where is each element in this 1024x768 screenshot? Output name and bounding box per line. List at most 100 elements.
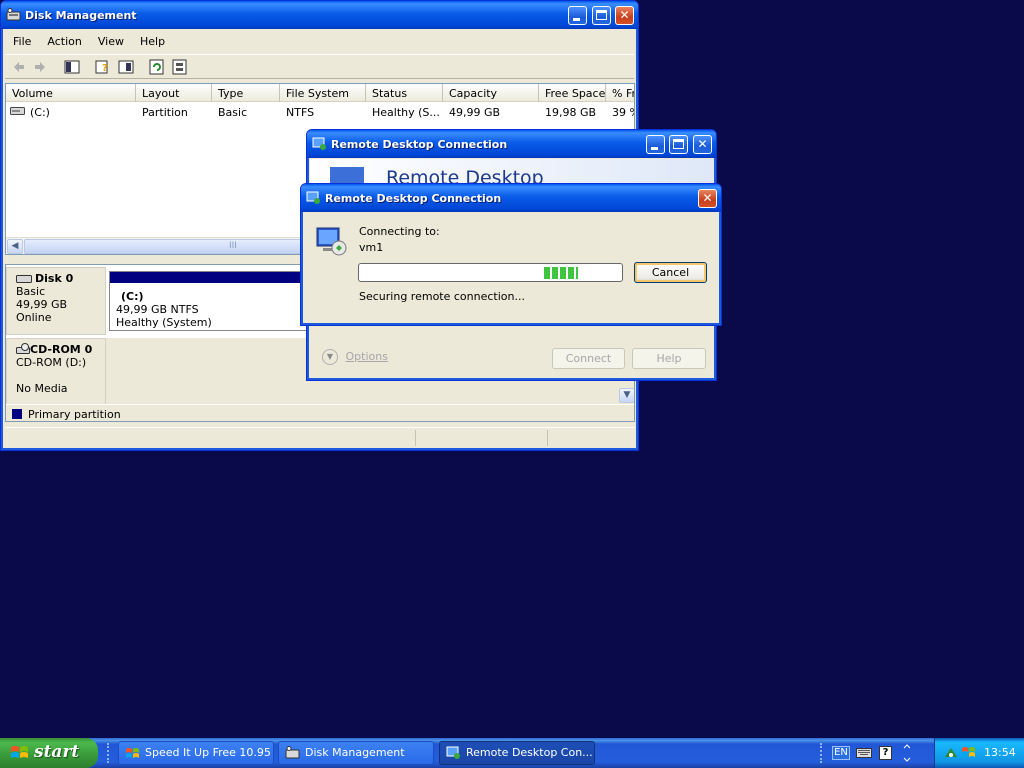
connecting-host: vm1: [359, 241, 384, 254]
windows-update-tray-icon[interactable]: [961, 745, 977, 761]
svg-text:?: ?: [102, 63, 108, 74]
rdp-connecting-dialog: Remote Desktop Connection ✕ Connecting t…: [300, 183, 722, 326]
taskbar: start Speed It Up Free 10.95 Disk Manage…: [0, 738, 1024, 768]
rdp-dialog-title: Remote Desktop Connection: [325, 192, 502, 205]
keyboard-icon[interactable]: [856, 747, 872, 759]
rdp-main-maximize-button[interactable]: [669, 135, 688, 154]
col-percent-free[interactable]: % Fr: [606, 84, 634, 102]
cdrom-0-size: [16, 369, 105, 382]
quick-launch-grip: [107, 743, 110, 763]
row-status: Healthy (S...: [372, 106, 440, 119]
rdp-main-title: Remote Desktop Connection: [331, 138, 508, 151]
close-button[interactable]: ✕: [615, 6, 634, 25]
cdrom-0-type: CD-ROM (D:): [16, 356, 87, 369]
minimize-icon: [573, 18, 580, 21]
help-tray-icon[interactable]: ?: [879, 746, 892, 760]
disk-0-info[interactable]: Disk 0 Basic 49,99 GB Online: [6, 267, 106, 335]
help-icon[interactable]: ?: [95, 59, 111, 75]
col-volume[interactable]: Volume: [6, 84, 136, 102]
scroll-down-button[interactable]: ▼: [619, 388, 634, 403]
status-divider-2: [547, 430, 548, 446]
col-layout[interactable]: Layout: [136, 84, 212, 102]
cancel-button[interactable]: Cancel: [634, 262, 707, 283]
network-tray-icon[interactable]: [943, 745, 959, 761]
menu-bar: File Action View Help: [5, 31, 634, 53]
close-icon: ✕: [697, 137, 708, 151]
taskbar-item-label: Remote Desktop Con...: [466, 746, 593, 759]
system-tray: 13:54: [934, 738, 1024, 768]
cdrom-0-info[interactable]: CD-ROM 0 CD-ROM (D:) No Media: [6, 338, 106, 406]
taskbar-item-speed-it-up[interactable]: Speed It Up Free 10.95: [118, 741, 274, 765]
col-type[interactable]: Type: [212, 84, 280, 102]
col-status[interactable]: Status: [366, 84, 443, 102]
menu-file[interactable]: File: [5, 31, 39, 48]
disk-0-type: Basic: [16, 285, 46, 298]
start-button[interactable]: start: [0, 738, 98, 768]
maximize-icon: [596, 10, 607, 20]
start-label: start: [34, 742, 80, 762]
partition-size: 49,99 GB NTFS: [116, 303, 199, 316]
col-file-system[interactable]: File System: [280, 84, 366, 102]
row-layout: Partition: [142, 106, 188, 119]
col-free-space[interactable]: Free Space: [539, 84, 606, 102]
progress-fill: [544, 267, 578, 279]
rdp-options[interactable]: ▼ Options: [322, 349, 388, 365]
disk-0-state: Online: [16, 311, 52, 324]
rdp-dialog-close-button[interactable]: ✕: [698, 189, 717, 208]
row-free-space: 19,98 GB: [545, 106, 597, 119]
hard-disk-icon: [16, 275, 32, 283]
rdp-banner: Remote Desktop: [310, 159, 713, 186]
partition-c[interactable]: (C:) 49,99 GB NTFS Healthy (System): [109, 271, 319, 331]
row-capacity: 49,99 GB: [449, 106, 501, 119]
remote-desktop-icon: [446, 746, 460, 759]
help-button[interactable]: Help: [632, 348, 706, 369]
row-file-system: NTFS: [286, 106, 315, 119]
rdp-main-close-button[interactable]: ✕: [693, 135, 712, 154]
connection-progress-bar: [358, 263, 623, 282]
toolbar: ?: [5, 54, 634, 79]
cd-rom-icon: [16, 343, 30, 354]
options-label: Options: [345, 350, 388, 363]
language-grip: [820, 743, 823, 763]
refresh-icon[interactable]: [149, 59, 165, 75]
connect-button[interactable]: Connect: [552, 348, 625, 369]
clock[interactable]: 13:54: [984, 746, 1016, 759]
menu-view[interactable]: View: [90, 31, 132, 48]
rdp-main-minimize-button[interactable]: [646, 135, 665, 154]
forward-arrow-icon[interactable]: [32, 59, 48, 75]
scroll-left-button[interactable]: ◀: [7, 239, 23, 254]
row-volume[interactable]: (C:): [30, 106, 50, 119]
maximize-button[interactable]: [592, 6, 611, 25]
close-icon: ✕: [702, 191, 713, 205]
windows-logo-icon: [11, 746, 28, 758]
scroll-grip: III: [229, 241, 237, 251]
language-indicator[interactable]: EN: [832, 746, 850, 760]
remote-desktop-icon: [312, 137, 326, 150]
partition-label: (C:): [121, 290, 144, 303]
tray-options-chevron-icon[interactable]: [902, 744, 912, 762]
taskbar-item-disk-management[interactable]: Disk Management: [278, 741, 434, 765]
taskbar-item-remote-desktop[interactable]: Remote Desktop Con...: [439, 741, 595, 765]
col-capacity[interactable]: Capacity: [443, 84, 539, 102]
menu-help[interactable]: Help: [132, 31, 173, 48]
legend: Primary partition: [6, 404, 634, 421]
partition-header-bar: [110, 272, 318, 283]
volume-list-header: Volume Layout Type File System Status Ca…: [6, 84, 634, 102]
menu-action[interactable]: Action: [39, 31, 89, 48]
rescan-disks-icon[interactable]: [172, 59, 188, 75]
taskbar-item-label: Disk Management: [305, 746, 405, 759]
minimize-button[interactable]: [568, 6, 587, 25]
disk-management-titlebar[interactable]: Disk Management ✕: [1, 1, 638, 29]
back-arrow-icon[interactable]: [11, 59, 27, 75]
legend-swatch: [12, 409, 22, 419]
status-divider-1: [415, 430, 416, 446]
cdrom-0-state: No Media: [16, 382, 68, 395]
properties-icon[interactable]: [118, 59, 134, 75]
show-hide-tree-icon[interactable]: [64, 59, 80, 75]
connecting-label: Connecting to:: [359, 225, 440, 238]
rdp-main-titlebar[interactable]: Remote Desktop Connection ✕: [307, 130, 716, 158]
row-type: Basic: [218, 106, 248, 119]
rdp-dialog-titlebar[interactable]: Remote Desktop Connection ✕: [301, 184, 721, 212]
disk-0-size: 49,99 GB: [16, 298, 68, 311]
disk-management-icon: [285, 746, 300, 759]
